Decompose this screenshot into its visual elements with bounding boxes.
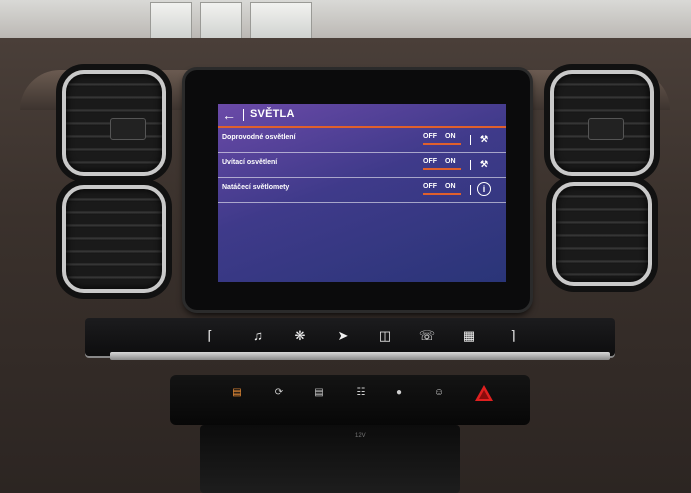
on-off-toggle[interactable]: OFF ON [423,158,465,170]
storage-tray: 12V [200,425,460,493]
toggle-indicator [423,193,461,195]
airbag-icon[interactable]: ☺ [428,385,450,401]
power-socket-label: 12V [355,433,366,439]
setting-row: Uvítací osvětlení OFF ON ⚒ [218,153,506,178]
toggle-off-label: OFF [423,158,437,165]
music-note-icon[interactable]: ♫ [248,326,268,346]
setting-label: Uvítací osvětlení [222,159,278,166]
wrench-icon[interactable]: ⚒ [477,157,491,171]
setting-row: Natáčecí světlomety OFF ON i [218,178,506,203]
car-icon[interactable]: ◫ [375,326,395,346]
seat-heat-icon[interactable]: ⌉ [503,326,523,346]
setting-label: Natáčecí světlomety [222,184,290,191]
title-divider [243,109,244,121]
climate-seat-icon[interactable]: ⌈ [200,326,220,346]
rear-defrost-icon[interactable]: ▤ [226,385,248,401]
recirculation-icon[interactable]: ⟳ [268,385,290,401]
row-divider [470,160,471,170]
lock-icon[interactable]: ● [388,385,410,401]
hazard-warning-icon[interactable] [474,383,494,403]
showroom-window [150,2,192,40]
toggle-off-label: OFF [423,133,437,140]
left-lower-air-vent [62,185,166,293]
screen-header: ← SVĚTLA [218,104,506,128]
heated-screen-icon[interactable]: ☷ [350,385,372,401]
phone-icon[interactable]: ☏ [417,326,437,346]
back-arrow-icon[interactable]: ← [222,107,240,123]
toggle-on-label: ON [445,158,456,165]
infotainment-screen: ← SVĚTLA Doprovodné osvětlení OFF ON ⚒ U… [218,104,506,282]
navigation-icon[interactable]: ➤ [333,326,353,346]
vent-adjuster[interactable] [110,118,146,140]
touch-control-strip: ⌈ ♫ ❋ ➤ ◫ ☏ ▦ ⌉ [85,318,615,356]
fan-icon[interactable]: ❋ [290,326,310,346]
toggle-on-label: ON [445,183,456,190]
showroom-window [250,2,312,40]
page-title: SVĚTLA [250,108,295,120]
car-dashboard-photo: ← SVĚTLA Doprovodné osvětlení OFF ON ⚒ U… [0,0,691,493]
toggle-off-label: OFF [423,183,437,190]
toggle-indicator [423,168,461,170]
setting-row: Doprovodné osvětlení OFF ON ⚒ [218,128,506,153]
apps-grid-icon[interactable]: ▦ [459,326,479,346]
setting-label: Doprovodné osvětlení [222,134,296,141]
on-off-toggle[interactable]: OFF ON [423,133,465,145]
row-divider [470,135,471,145]
toggle-indicator [423,143,461,145]
right-upper-air-vent [550,70,654,176]
on-off-toggle[interactable]: OFF ON [423,183,465,195]
info-icon[interactable]: i [477,182,491,196]
chrome-trim [110,352,610,360]
showroom-window [200,2,242,40]
vent-adjuster[interactable] [588,118,624,140]
front-defrost-icon[interactable]: ▤ [308,385,330,401]
toggle-on-label: ON [445,133,456,140]
wrench-icon[interactable]: ⚒ [477,132,491,146]
left-upper-air-vent [62,70,166,176]
right-lower-air-vent [552,182,652,286]
row-divider [470,185,471,195]
